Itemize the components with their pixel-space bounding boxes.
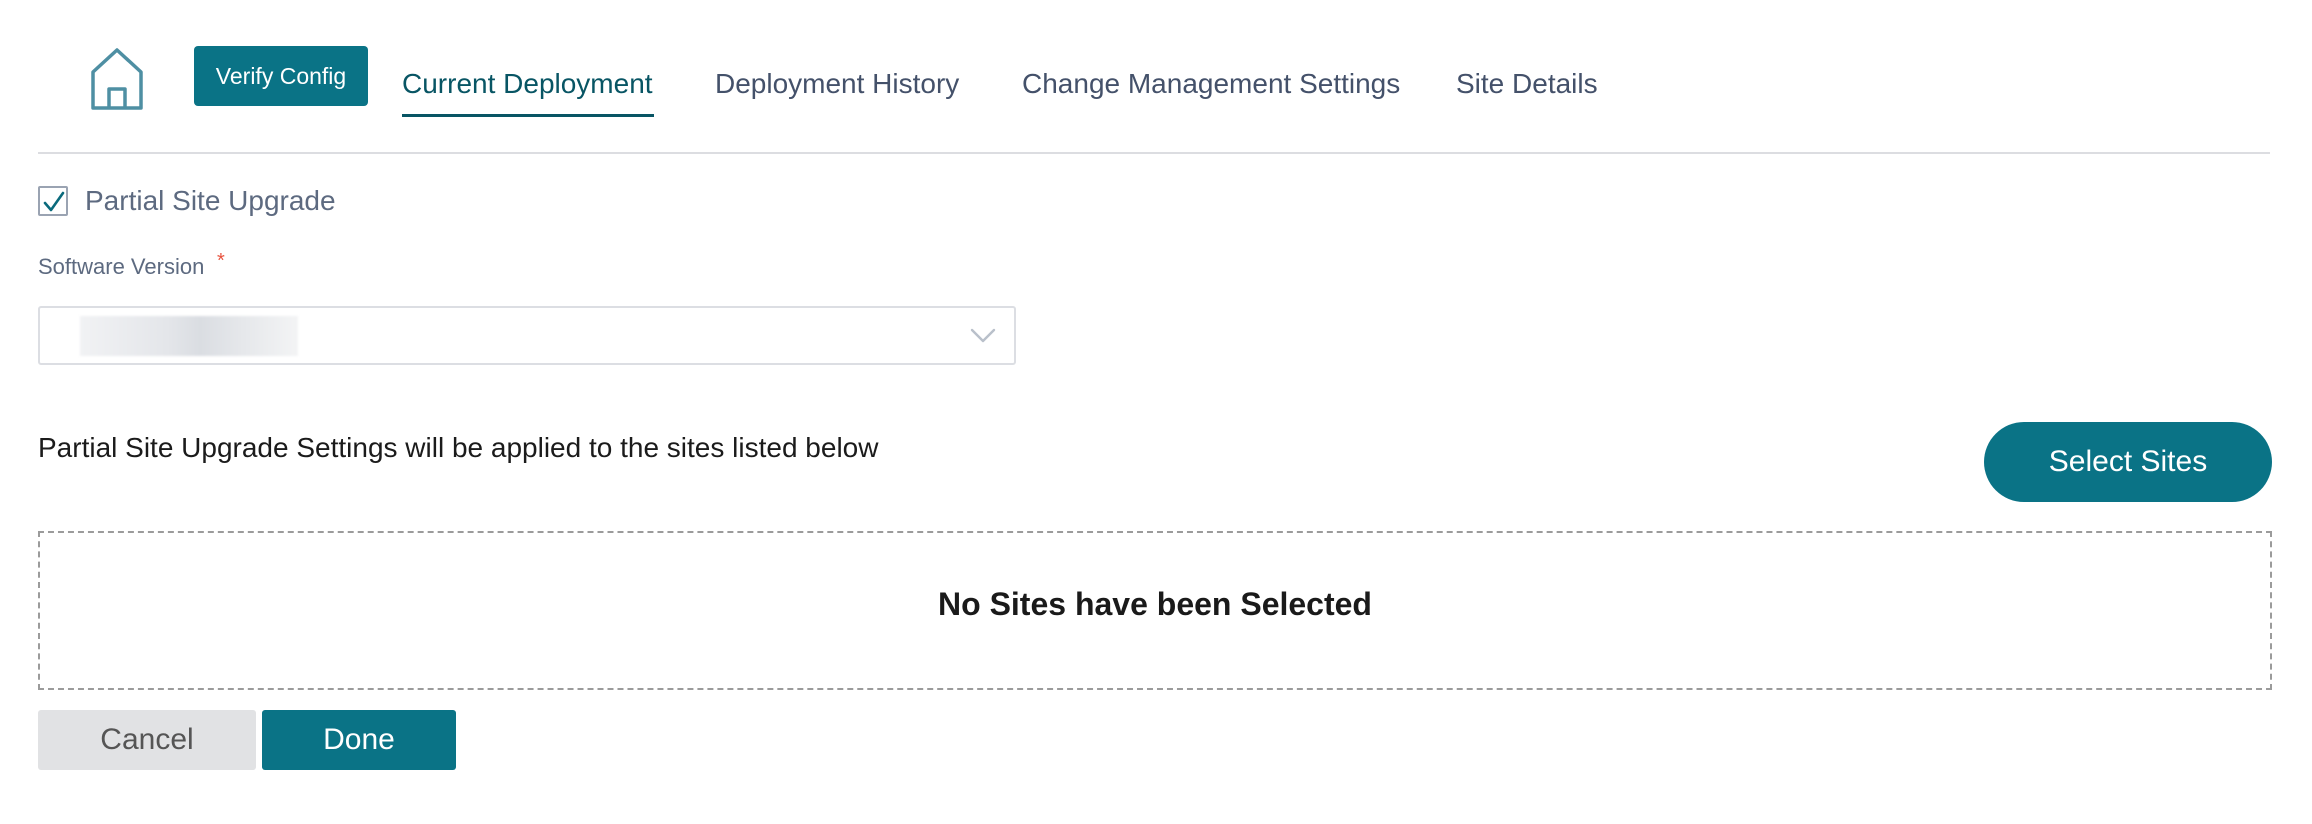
select-sites-button[interactable]: Select Sites [1984, 422, 2272, 502]
required-asterisk: * [217, 250, 225, 272]
tab-site-details[interactable]: Site Details [1456, 64, 1598, 104]
software-version-label: Software Version [38, 254, 205, 279]
verify-config-button[interactable]: Verify Config [194, 46, 368, 106]
chevron-down-icon [970, 328, 996, 343]
partial-site-upgrade-label: Partial Site Upgrade [85, 185, 336, 216]
partial-site-upgrade-checkbox[interactable] [38, 186, 68, 216]
done-button[interactable]: Done [262, 710, 456, 770]
software-version-select[interactable]: (redacted) [38, 306, 1016, 365]
sites-info-text: Partial Site Upgrade Settings will be ap… [38, 432, 879, 463]
tab-change-management-settings[interactable]: Change Management Settings [1022, 64, 1400, 104]
home-icon[interactable] [90, 48, 144, 112]
empty-state-message: No Sites have been Selected [938, 586, 1372, 622]
software-version-value: (redacted) [80, 316, 298, 356]
header-divider [38, 152, 2270, 154]
tab-current-deployment[interactable]: Current Deployment [402, 64, 653, 104]
checkmark-icon [43, 191, 65, 212]
active-tab-indicator [402, 114, 654, 117]
cancel-button[interactable]: Cancel [38, 710, 256, 770]
tab-deployment-history[interactable]: Deployment History [715, 64, 959, 104]
selected-sites-box: No Sites have been Selected [38, 531, 2272, 690]
